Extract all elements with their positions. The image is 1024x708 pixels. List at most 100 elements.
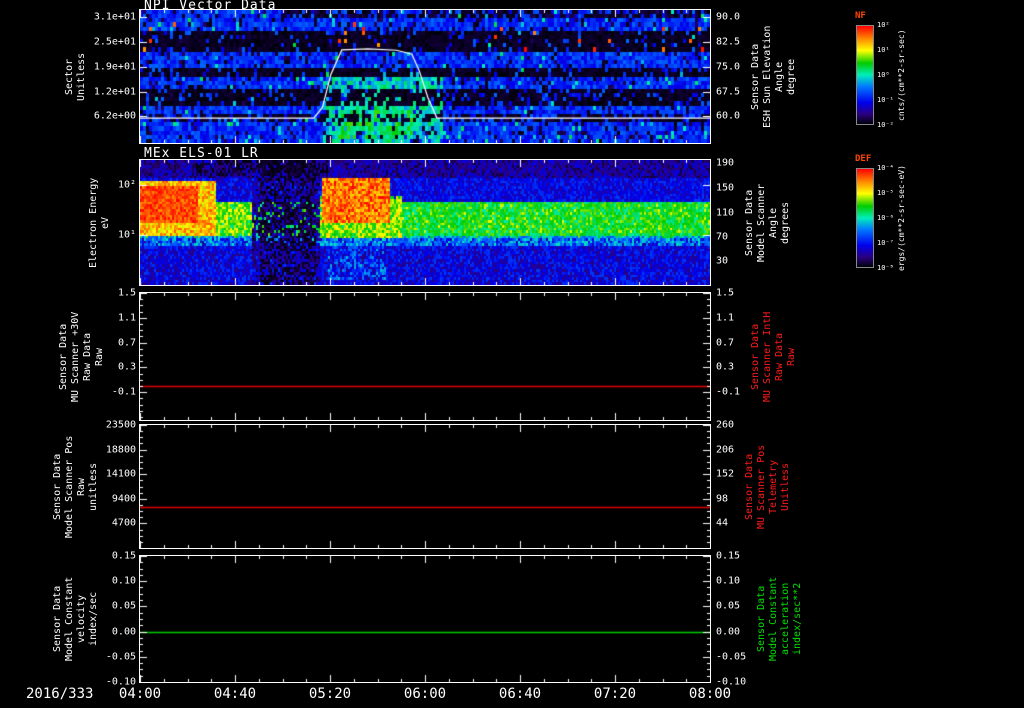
- panel-2-y-axis-label-line: Electron Energy: [88, 177, 99, 268]
- y-tick-label: 0.00: [716, 626, 741, 638]
- panel-5-right-axis-label-line: Sensor Data: [756, 585, 767, 653]
- panel-2-right-axis-label-line: Model Scanner: [756, 183, 767, 262]
- y-tick-label: 2.5e+01: [93, 36, 136, 48]
- colorbar-tick-label: 10¹: [877, 46, 890, 54]
- y-tick-label: 1.1: [716, 312, 735, 324]
- y-tick-label: 1.9e+01: [93, 61, 136, 73]
- x-tick-label: 06:00: [403, 686, 447, 702]
- x-tick-label: 06:40: [498, 686, 542, 702]
- y-tick-label: 30: [716, 255, 729, 267]
- y-tick-label: 0.7: [117, 337, 136, 349]
- colorbar-tick-label: 10⁻⁵: [877, 189, 894, 197]
- panel-5-right-axis-label-line: Model Constant: [768, 576, 779, 662]
- y-tick-label: 3.1e+01: [93, 11, 136, 23]
- y-tick-label: 4700: [111, 517, 136, 529]
- y-tick-label: 18800: [105, 444, 136, 456]
- x-tick-label: 05:20: [308, 686, 352, 702]
- panel-4-right-axis-label-line: Unitless: [780, 462, 791, 511]
- y-tick-label: 9400: [111, 493, 136, 505]
- y-tick-label: 0.3: [117, 361, 136, 373]
- panel-3-y-axis-label-line: Raw Data: [82, 332, 93, 381]
- y-tick-label: 75.0: [716, 61, 741, 73]
- y-tick-label: 1.5: [716, 287, 735, 299]
- panel-3-right-axis-label-line: Raw Data: [774, 332, 785, 381]
- panel-3-y-axis-label-line: Sensor Data: [58, 323, 69, 390]
- y-tick-label: 6.2e+00: [93, 110, 136, 122]
- y-tick-label: 67.5: [716, 86, 741, 98]
- panel-1-y-axis-label: Sector Unitless: [64, 10, 88, 143]
- panel-1-right-axis-label-line: degree: [786, 58, 797, 95]
- colorbar-tick-label: 10⁻⁸: [877, 264, 894, 272]
- colorbar-tick-label: 10⁻¹: [877, 96, 894, 104]
- y-tick-label: 90.0: [716, 11, 741, 23]
- y-tick-label: 98: [716, 493, 729, 505]
- colorbar-tick-label: 10²: [877, 21, 890, 29]
- panel-1-y-axis-label-line: Unitless: [76, 52, 87, 101]
- colorbar1-gradient: [856, 25, 874, 125]
- x-axis-date-label: 2016/333: [26, 686, 94, 702]
- y-tick-label: 110: [716, 207, 735, 218]
- panel-4-y-axis-label-line: unitless: [88, 462, 99, 511]
- y-tick-label: 14100: [105, 468, 136, 480]
- panel-3-y-axis-label-line: MU Scanner +30V: [70, 311, 81, 402]
- y-tick-label: 10²: [117, 179, 136, 191]
- y-tick-label: 152: [716, 468, 735, 480]
- y-tick-label: 23500: [105, 419, 136, 431]
- panel-5-y-axis-label-line: Model Constant: [64, 576, 75, 662]
- panel-4-y-axis-label-line: Model Scanner Pos: [64, 435, 75, 538]
- x-tick-label: 04:00: [118, 686, 162, 702]
- colorbar-tick-label: 10⁻⁴: [877, 164, 894, 172]
- y-tick-label: 70: [716, 231, 729, 243]
- y-tick-label: 10¹: [117, 229, 136, 241]
- y-tick-label: 44: [716, 517, 729, 529]
- panel-4-y-axis-label-line: Sensor Data: [52, 453, 63, 520]
- panel-1-right-axis-label-line: Sensor Data: [750, 43, 761, 110]
- panel-2-right-axis-label-line: degrees: [780, 201, 791, 244]
- y-tick-label: 190: [716, 157, 735, 169]
- panel-4-plot-area: [139, 424, 711, 549]
- panel-5-y-axis-label-line: velocity: [76, 594, 87, 644]
- y-tick-label: -0.1: [111, 386, 136, 398]
- x-tick-label: 08:00: [688, 686, 732, 702]
- y-tick-label: -0.1: [716, 386, 741, 398]
- y-tick-label: 1.2e+01: [93, 86, 136, 98]
- panel-1-plot-area: [139, 9, 711, 144]
- colorbar-tick-label: 10⁻⁷: [877, 239, 894, 247]
- colorbar2-units: ergs/(cm**2-sr-sec-eV): [897, 165, 906, 271]
- y-tick-label: 0.05: [111, 600, 136, 612]
- x-tick-label: 07:20: [593, 686, 637, 702]
- panel-1-right-axis-label: Sensor Data ESH Sun Elevation Angle degree: [750, 10, 798, 143]
- y-tick-label: 0.05: [716, 600, 741, 612]
- panel-2-plot-area: [139, 159, 711, 286]
- y-tick-label: 60.0: [716, 110, 741, 122]
- tplot-figure: NPI Vector Data MEx ELS-01 LR NF cnts/(c…: [0, 0, 1024, 708]
- panel-5-y-axis-label-line: Sensor Data: [52, 585, 63, 653]
- panel-5-right-axis-label-line: index/sec**2: [792, 582, 803, 656]
- y-tick-label: 1.1: [117, 312, 136, 324]
- panel-3-y-axis-label-line: Raw: [94, 347, 105, 366]
- panel-3-right-axis-label-line: MU Scanner IntH: [762, 311, 773, 402]
- panel-2-right-axis-label-line: Sensor Data: [744, 189, 755, 256]
- y-tick-label: 260: [716, 419, 735, 431]
- panel-5-plot-area: [139, 555, 711, 683]
- panel-2-y-axis-label-line: eV: [100, 216, 111, 229]
- panel-5-y-axis-label-line: index/sec: [88, 591, 99, 647]
- panel-3-y-axis-label: Sensor Data MU Scanner +30V Raw Data Raw: [58, 293, 106, 420]
- panel-4-y-axis-label-line: Raw: [76, 477, 87, 496]
- colorbar1-label: NF: [855, 11, 866, 21]
- panel-4-right-axis-label-line: Telemetry: [768, 459, 779, 514]
- colorbar2-label: DEF: [855, 154, 872, 164]
- colorbar-tick-label: 10⁰: [877, 71, 890, 79]
- panel-4-right-axis-label-line: Sensor Data: [744, 453, 755, 520]
- panel-2-y-axis-label: Electron Energy eV: [88, 160, 112, 285]
- colorbar-tick-label: 10⁻²: [877, 121, 894, 129]
- panel-4-y-axis-label: Sensor Data Model Scanner Pos Raw unitless: [52, 425, 100, 548]
- y-tick-label: 150: [716, 182, 735, 193]
- colorbar2-gradient: [856, 168, 874, 268]
- x-tick-label: 04:40: [213, 686, 257, 702]
- y-tick-label: -0.05: [716, 651, 747, 663]
- y-tick-label: 0.10: [716, 575, 741, 587]
- panel-2-right-axis-label-line: Angle: [768, 207, 779, 238]
- panel-3-right-axis-label-line: Raw: [786, 347, 797, 366]
- y-tick-label: 0.15: [716, 550, 741, 562]
